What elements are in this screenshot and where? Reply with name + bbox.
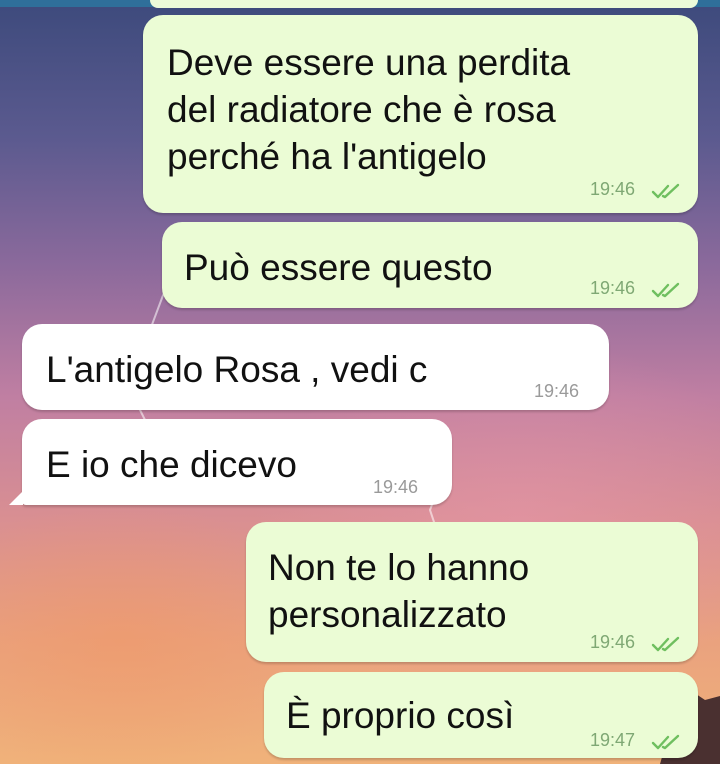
bubble-tail <box>9 491 23 505</box>
message-bubble-outgoing[interactable]: Non te lo hanno personalizzato 19:46 <box>246 522 698 662</box>
message-time: 19:46 <box>590 278 636 298</box>
message-text-line: È proprio così <box>286 695 515 736</box>
message-bubble-incoming[interactable]: L'antigelo Rosa , vedi c 19:46 <box>22 324 609 410</box>
message-time: 19:46 <box>373 477 419 497</box>
double-check-icon <box>651 636 680 652</box>
message-text-line: del radiatore che è rosa <box>167 89 556 130</box>
message-text-line: Non te lo hanno <box>268 547 530 588</box>
message-bubble-incoming[interactable]: E io che dicevo 19:46 <box>22 419 452 505</box>
message-time: 19:46 <box>534 381 580 401</box>
message-text-line: E io che dicevo <box>46 444 297 485</box>
message-text-line: L'antigelo Rosa , vedi c <box>46 349 428 390</box>
double-check-icon <box>651 282 680 298</box>
message-text-line: Può essere questo <box>184 247 493 288</box>
double-check-icon <box>651 183 680 199</box>
message-time: 19:47 <box>590 730 636 750</box>
message-bubble-outgoing[interactable]: Deve essere una perdita del radiatore ch… <box>143 15 698 213</box>
double-check-icon <box>651 734 680 750</box>
message-text-line: personalizzato <box>268 594 507 635</box>
message-bubble-outgoing[interactable]: È proprio così 19:47 <box>264 672 698 758</box>
message-text-line: Deve essere una perdita <box>167 42 571 83</box>
message-time: 19:46 <box>590 632 636 652</box>
message-bubble-outgoing[interactable]: Può essere questo 19:46 <box>162 222 698 308</box>
message-text-line: perché ha l'antigelo <box>167 136 487 177</box>
message-time: 19:46 <box>590 179 636 199</box>
